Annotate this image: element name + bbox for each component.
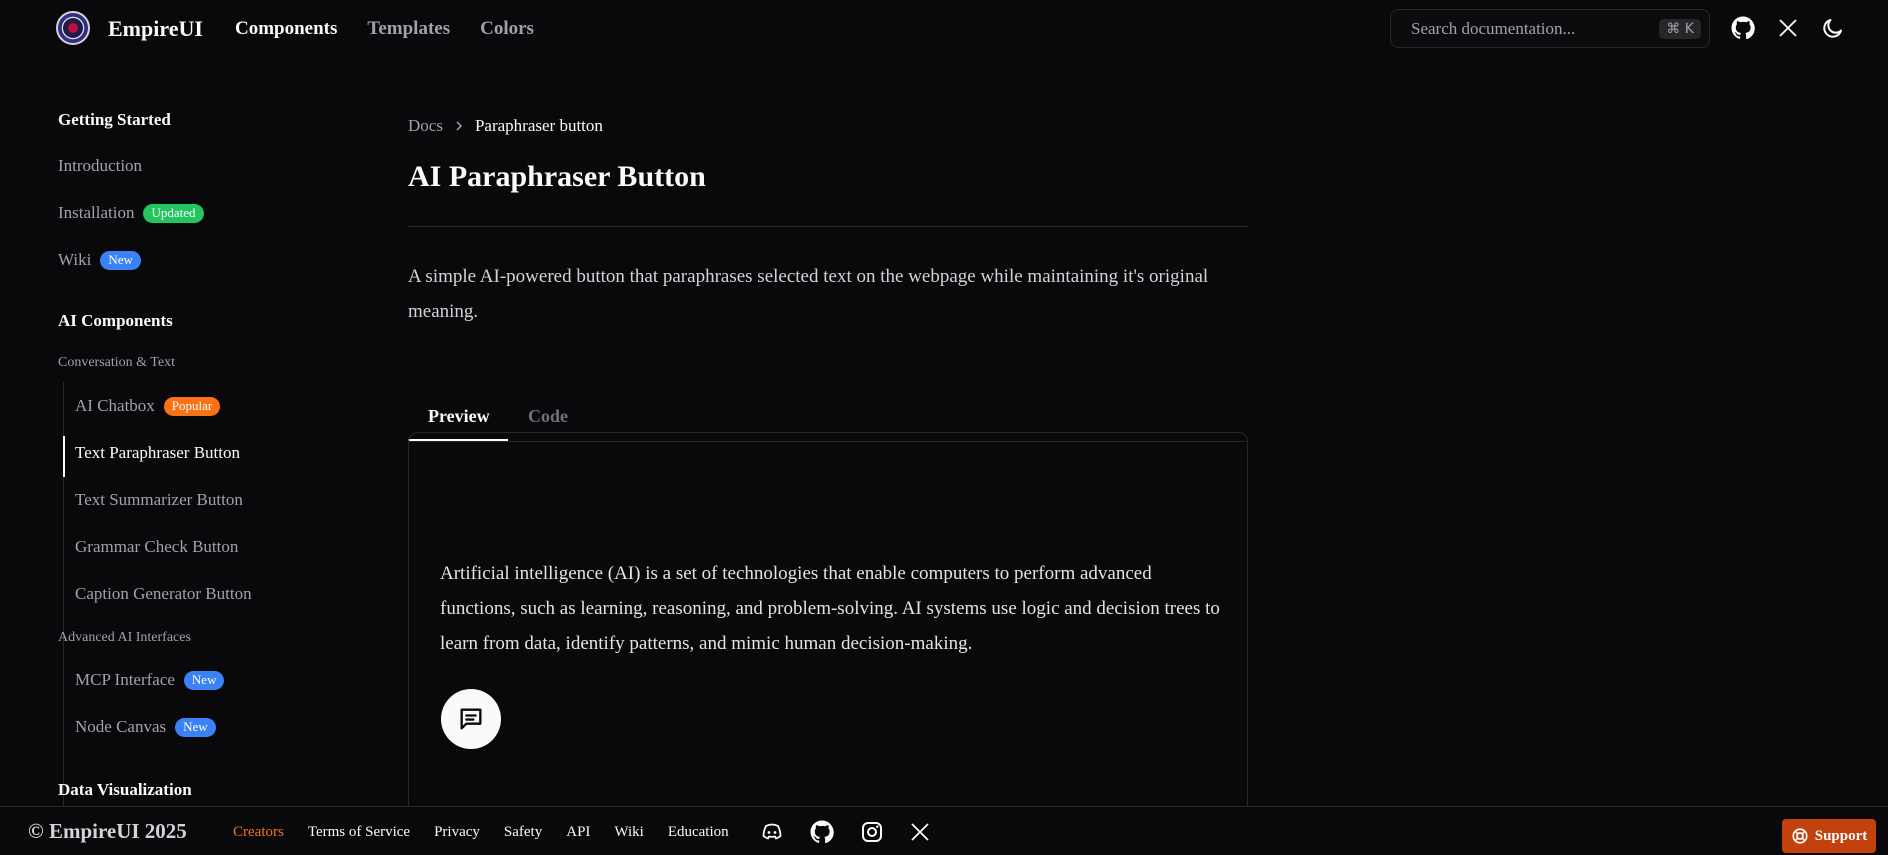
footer-link-terms[interactable]: Terms of Service xyxy=(308,824,410,841)
top-bar: EmpireUI Components Templates Colors Sea… xyxy=(0,0,1888,56)
status-badge-popular: Popular xyxy=(163,396,221,416)
x-icon[interactable] xyxy=(908,820,932,844)
page-title: AI Paraphraser Button xyxy=(408,160,706,193)
copyright: © EmpireUI 2025 xyxy=(28,819,187,843)
breadcrumb: Docs Paraphraser button xyxy=(408,116,603,136)
sidebar-item-label: MCP Interface xyxy=(75,670,175,689)
support-button[interactable]: Support xyxy=(1782,819,1876,853)
status-badge-updated: Updated xyxy=(143,203,204,223)
sidebar-item-introduction[interactable]: Introduction xyxy=(58,156,142,176)
sidebar-item-label: Text Paraphraser Button xyxy=(75,443,240,462)
message-square-icon xyxy=(460,708,482,730)
nav-colors[interactable]: Colors xyxy=(480,18,534,40)
nav-components[interactable]: Components xyxy=(235,18,337,40)
status-badge-new: New xyxy=(183,670,225,690)
sidebar-item-text-paraphraser-button[interactable]: Text Paraphraser Button xyxy=(75,443,240,463)
tab-preview[interactable]: Preview xyxy=(428,406,490,427)
sidebar-item-label: Installation xyxy=(58,203,135,222)
lifebuoy-icon xyxy=(1792,828,1808,844)
nav-templates[interactable]: Templates xyxy=(367,18,450,40)
page: EmpireUI Components Templates Colors Sea… xyxy=(0,0,1888,855)
search-placeholder: Search documentation... xyxy=(1411,18,1576,38)
sidebar: Getting Started Introduction Installatio… xyxy=(0,56,330,806)
status-badge-new: New xyxy=(100,250,141,270)
page-description: A simple AI-powered button that paraphra… xyxy=(408,266,1209,322)
active-indicator xyxy=(63,436,65,477)
sidebar-item-node-canvas[interactable]: Node Canvas New xyxy=(75,717,216,737)
moon-icon[interactable] xyxy=(1821,16,1845,40)
sidebar-item-mcp-interface[interactable]: MCP Interface New xyxy=(75,670,225,690)
footer-link-privacy[interactable]: Privacy xyxy=(434,824,480,841)
footer-link-creators[interactable]: Creators xyxy=(233,824,284,841)
sidebar-item-ai-chatbox[interactable]: AI Chatbox Popular xyxy=(75,396,221,416)
paraphrase-button[interactable] xyxy=(441,689,501,749)
brand-name[interactable]: EmpireUI xyxy=(108,16,203,42)
sidebar-item-wiki[interactable]: Wiki New xyxy=(58,250,141,270)
sidebar-section-getting-started: Getting Started xyxy=(58,110,171,129)
instagram-icon[interactable] xyxy=(860,820,884,844)
sidebar-item-label: Caption Generator Button xyxy=(75,584,252,603)
github-icon[interactable] xyxy=(810,820,834,844)
footer: © EmpireUI 2025 Creators Terms of Servic… xyxy=(0,806,1888,855)
tab-code[interactable]: Code xyxy=(528,406,568,427)
chevron-right-icon xyxy=(456,121,463,131)
sidebar-item-text-summarizer-button[interactable]: Text Summarizer Button xyxy=(75,490,243,510)
preview-panel: Artificial intelligence (AI) is a set of… xyxy=(408,432,1248,855)
sidebar-item-label: Introduction xyxy=(58,156,143,175)
breadcrumb-current: Paraphraser button xyxy=(474,116,603,135)
top-nav: Components Templates Colors xyxy=(235,18,534,40)
footer-link-safety[interactable]: Safety xyxy=(504,824,542,841)
sidebar-item-installation[interactable]: Installation Updated xyxy=(58,203,204,223)
divider xyxy=(408,226,1248,227)
sidebar-group-conversation-text: Conversation & Text xyxy=(58,355,175,370)
sidebar-item-grammar-check-button[interactable]: Grammar Check Button xyxy=(75,537,238,557)
sidebar-item-label: Wiki xyxy=(58,250,92,269)
footer-link-wiki[interactable]: Wiki xyxy=(614,824,643,841)
sidebar-section-data-visualization: Data Visualization xyxy=(58,780,192,799)
sidebar-item-label: Text Summarizer Button xyxy=(75,490,243,509)
preview-sample-text[interactable]: Artificial intelligence (AI) is a set of… xyxy=(440,556,1230,661)
footer-link-education[interactable]: Education xyxy=(668,824,729,841)
search-input[interactable]: Search documentation... ⌘ K xyxy=(1390,9,1710,48)
footer-link-api[interactable]: API xyxy=(566,824,590,841)
status-badge-new: New xyxy=(175,717,216,737)
sidebar-item-label: Grammar Check Button xyxy=(75,537,239,556)
github-icon[interactable] xyxy=(1731,16,1755,40)
sidebar-group-advanced-ai-interfaces: Advanced AI Interfaces xyxy=(58,630,191,645)
breadcrumb-docs[interactable]: Docs xyxy=(408,116,443,136)
sidebar-item-label: Node Canvas xyxy=(75,717,167,736)
sidebar-section-ai-components: AI Components xyxy=(58,311,173,330)
x-icon[interactable] xyxy=(1776,16,1800,40)
footer-links: Creators Terms of Service Privacy Safety… xyxy=(233,824,753,841)
discord-icon[interactable] xyxy=(760,820,784,844)
support-label: Support xyxy=(1814,827,1868,844)
sidebar-item-caption-generator-button[interactable]: Caption Generator Button xyxy=(75,584,252,604)
tree-guide-line xyxy=(63,382,64,658)
empireui-logo-icon[interactable] xyxy=(56,11,90,45)
sidebar-item-label: AI Chatbox xyxy=(75,396,155,415)
search-shortcut: ⌘ K xyxy=(1659,18,1701,39)
